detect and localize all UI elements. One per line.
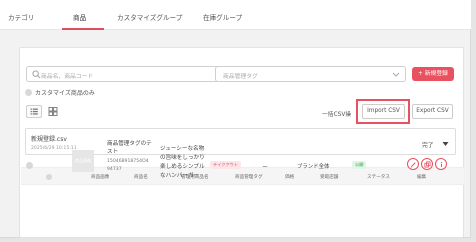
product-name[interactable]: 商品管理タグのテ スト xyxy=(107,140,152,156)
chevron-down-icon xyxy=(392,72,400,77)
app-frame: カテゴリ 商品 カスタマイズグループ 在庫グループ 商品名、商品コード 商品管理… xyxy=(0,0,471,238)
tab-products[interactable]: 商品 xyxy=(73,12,86,22)
status-badge: 公開 xyxy=(352,161,367,169)
tag-filter-placeholder: 商品管理タグ xyxy=(223,74,258,80)
admin-product-name: ジューシーな名物 の旨味をしっかり 楽しめるシンプル なハンバーガー xyxy=(160,145,205,181)
header-name: 商品名 xyxy=(134,175,148,180)
custom-only-label: カスタマイズ商品のみ xyxy=(35,90,95,97)
admin-name-line: ジューシーな名物 xyxy=(160,146,205,152)
product-thumbnail: 商品画像 xyxy=(72,150,94,172)
tab-customize-group[interactable]: カスタマイズグループ xyxy=(117,12,182,22)
search-input[interactable]: 商品名、商品コード xyxy=(26,66,231,82)
list-view-icon xyxy=(30,108,38,115)
grid-view-icon xyxy=(48,107,58,116)
header-store: 受取店舗 xyxy=(320,175,339,180)
copy-button[interactable] xyxy=(421,158,433,170)
tab-stock-group[interactable]: 在庫グループ xyxy=(203,12,242,22)
product-code: 150468918754O4 94737 xyxy=(107,158,149,174)
upload-timestamp: 2025/6/29 10:15:11 xyxy=(31,146,77,151)
caret-down-icon[interactable] xyxy=(442,141,449,147)
header-price: 価格 xyxy=(285,175,295,180)
grid-view-button[interactable] xyxy=(45,105,61,118)
admin-name-line: なハンバーガー xyxy=(160,173,200,179)
tag-filter-select[interactable]: 商品管理タグ xyxy=(215,66,406,82)
info-button[interactable] xyxy=(435,158,447,170)
product-name-line: スト xyxy=(107,149,119,155)
admin-name-line: 楽しめるシンプル xyxy=(160,164,205,170)
product-name-line: 商品管理タグのテ xyxy=(107,141,152,147)
header-image: 商品画像 xyxy=(91,175,110,180)
active-tab-indicator xyxy=(62,28,104,30)
products-panel: 商品名、商品コード 商品管理タグ + 新規登録 カスタマイズ商品のみ 一括CSV… xyxy=(19,47,464,238)
custom-only-filter[interactable]: カスタマイズ商品のみ xyxy=(25,88,95,97)
copy-icon xyxy=(424,161,431,168)
product-code-line: 94737 xyxy=(107,167,122,172)
header-select-all[interactable] xyxy=(46,174,52,182)
list-view-button[interactable] xyxy=(26,105,42,118)
tab-category[interactable]: カテゴリ xyxy=(8,12,34,22)
info-icon xyxy=(440,161,443,167)
edit-button[interactable] xyxy=(407,158,419,170)
upload-file-name: 新規登録.csv xyxy=(31,136,67,143)
tab-bar: カテゴリ 商品 カスタマイズグループ 在庫グループ xyxy=(0,0,471,30)
product-code-line: 150468918754O4 xyxy=(107,159,149,164)
edit-icon xyxy=(410,162,416,168)
upload-status: 完了 xyxy=(422,143,434,149)
header-status: ステータス xyxy=(367,175,390,180)
admin-name-line: の旨味をしっかり xyxy=(160,155,205,161)
search-icon xyxy=(32,70,41,79)
tag-badge: テイクアウト xyxy=(210,161,242,169)
export-csv-button[interactable]: Export CSV xyxy=(412,104,453,119)
custom-only-checkbox[interactable] xyxy=(25,89,32,96)
store-value: ブランド全体 xyxy=(297,164,330,170)
new-product-button[interactable]: + 新規登録 xyxy=(412,67,454,81)
search-placeholder: 商品名、商品コード xyxy=(41,74,94,80)
header-tag: 商品管理タグ xyxy=(235,175,263,180)
price-value: ー xyxy=(262,164,269,171)
row-checkbox[interactable] xyxy=(26,162,33,169)
header-edit: 編集 xyxy=(417,175,427,180)
bulk-csv-label: 一括CSV操 xyxy=(322,112,352,118)
import-highlight-box xyxy=(356,99,410,124)
